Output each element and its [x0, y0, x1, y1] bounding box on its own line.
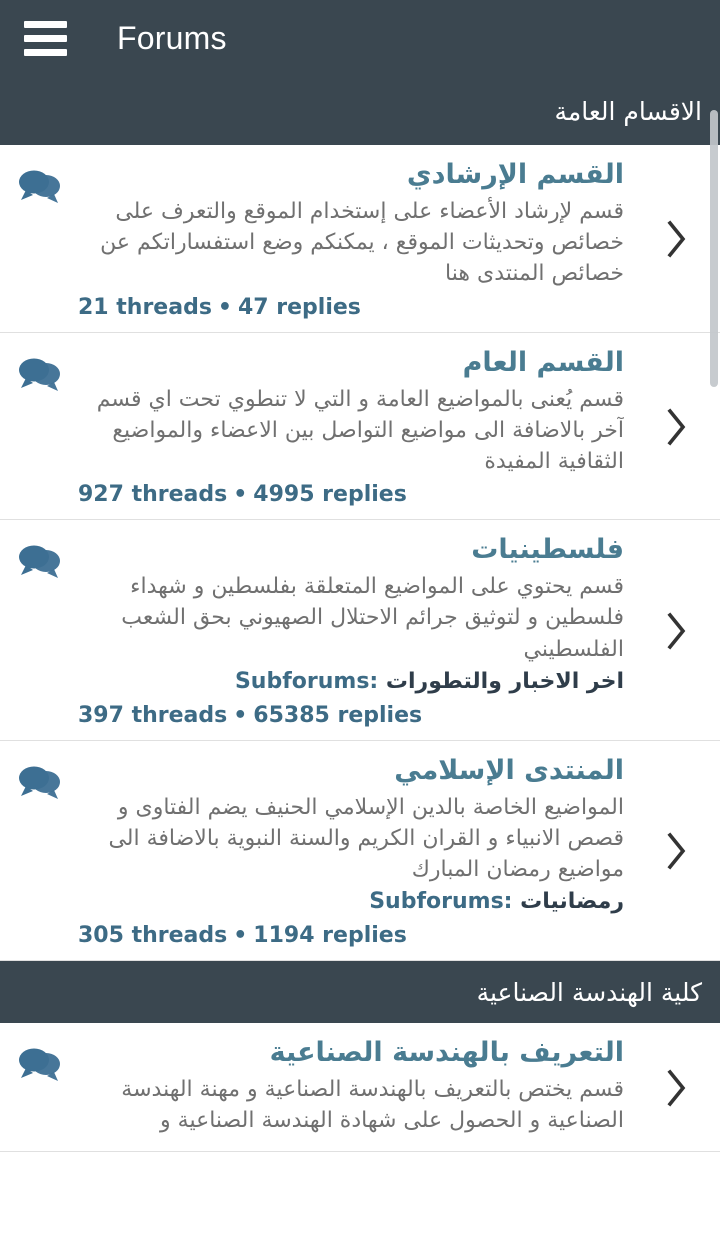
thread-count: 305 threads — [78, 923, 228, 949]
chevron-right-icon[interactable] — [632, 534, 720, 727]
forum-description: قسم يختص بالتعريف بالهندسة الصناعية و مه… — [121, 1077, 624, 1134]
forum-description: قسم يُعنى بالمواضيع العامة و التي لا تنط… — [96, 386, 624, 475]
forum-description: المواضيع الخاصة بالدين الإسلامي الحنيف ي… — [108, 794, 624, 883]
forum-list: الاقسام العامة القسم الإرشادي قسم لإرشاد ا… — [0, 77, 720, 1242]
reply-count: 1194 replies — [253, 923, 407, 949]
reply-count: 4995 replies — [253, 482, 407, 508]
thread-count: 927 threads — [78, 482, 228, 508]
forum-title[interactable]: التعريف بالهندسة الصناعية — [78, 1037, 624, 1070]
forum-bubble-icon — [0, 1037, 78, 1138]
subforums-label: Subforums: — [369, 889, 513, 915]
forum-description: قسم يحتوي على المواضيع المتعلقة بفلسطين … — [121, 574, 624, 662]
forum-bubble-icon — [0, 755, 78, 948]
subforums-line: رمضانيات Subforums: — [78, 887, 624, 918]
stats-separator: • — [233, 702, 248, 728]
section-header-label: الاقسام العامة — [554, 96, 702, 126]
subforums-line: اخر الاخبار والتطورات Subforums: — [78, 667, 624, 698]
forum-row[interactable]: المنتدى الإسلامي المواضيع الخاصة بالدين ا… — [0, 740, 720, 962]
section-header-label: كلية الهندسة الصناعية — [476, 977, 702, 1007]
stats-separator: • — [233, 923, 248, 949]
forum-list-root: الاقسام العامة القسم الإرشادي قسم لإرشاد ا… — [0, 77, 720, 1152]
forum-row-body: التعريف بالهندسة الصناعية قسم يختص بالتعر… — [78, 1037, 632, 1138]
scrollbar-track[interactable] — [710, 77, 720, 1242]
thread-count: 21 threads — [78, 294, 212, 320]
forum-row-body: القسم الإرشادي قسم لإرشاد الأعضاء على إست… — [78, 159, 632, 320]
forum-bubble-icon — [0, 534, 78, 727]
forum-stats: 21 threads • 47 replies — [78, 295, 624, 320]
hamburger-bar — [23, 49, 67, 56]
forum-stats: 397 threads • 65385 replies — [78, 703, 624, 728]
forum-row-body: فلسطينيات قسم يحتوي على المواضيع المتعلقة… — [78, 534, 632, 727]
chevron-right-icon[interactable] — [632, 755, 720, 948]
page-title: Forums — [117, 20, 227, 56]
hamburger-bar — [23, 21, 67, 28]
hamburger-bar — [23, 35, 67, 42]
subforum-link[interactable]: اخر الاخبار والتطورات — [386, 669, 624, 694]
chevron-right-icon[interactable] — [632, 347, 720, 508]
forum-title[interactable]: فلسطينيات — [78, 534, 624, 567]
section-header: الاقسام العامة — [0, 77, 720, 145]
subforum-link[interactable]: رمضانيات — [520, 889, 624, 914]
forum-row[interactable]: فلسطينيات قسم يحتوي على المواضيع المتعلقة… — [0, 520, 720, 741]
stats-separator: • — [233, 482, 248, 508]
forum-row-body: المنتدى الإسلامي المواضيع الخاصة بالدين ا… — [78, 755, 632, 948]
hamburger-menu-icon[interactable] — [22, 16, 68, 62]
app-bar: Forums — [0, 0, 720, 77]
forum-row-body: القسم العام قسم يُعنى بالمواضيع العامة و … — [78, 347, 632, 508]
forum-row[interactable]: القسم الإرشادي قسم لإرشاد الأعضاء على إست… — [0, 145, 720, 333]
forum-row[interactable]: التعريف بالهندسة الصناعية قسم يختص بالتعر… — [0, 1023, 720, 1152]
forum-description: قسم لإرشاد الأعضاء على إستخدام الموقع وا… — [100, 198, 624, 287]
forum-bubble-icon — [0, 159, 78, 320]
forum-stats: 927 threads • 4995 replies — [78, 482, 624, 507]
forum-title[interactable]: القسم الإرشادي — [78, 159, 624, 192]
section-header: كلية الهندسة الصناعية — [0, 961, 720, 1024]
subforums-label: Subforums: — [234, 668, 379, 694]
stats-separator: • — [217, 294, 232, 320]
chevron-right-icon[interactable] — [632, 159, 720, 320]
forum-title[interactable]: المنتدى الإسلامي — [78, 755, 624, 788]
reply-count: 47 replies — [237, 294, 361, 320]
chevron-right-icon[interactable] — [632, 1037, 720, 1138]
forum-row[interactable]: القسم العام قسم يُعنى بالمواضيع العامة و … — [0, 332, 720, 521]
reply-count: 65385 replies — [253, 702, 423, 728]
thread-count: 397 threads — [78, 702, 228, 728]
forums-screen: Forums الاقسام العامة القسم الإرشادي قسم ل… — [0, 0, 720, 1242]
forum-title[interactable]: القسم العام — [78, 347, 624, 380]
forum-stats: 305 threads • 1194 replies — [78, 923, 624, 948]
forum-bubble-icon — [0, 347, 78, 508]
scrollbar-thumb[interactable] — [710, 110, 718, 387]
